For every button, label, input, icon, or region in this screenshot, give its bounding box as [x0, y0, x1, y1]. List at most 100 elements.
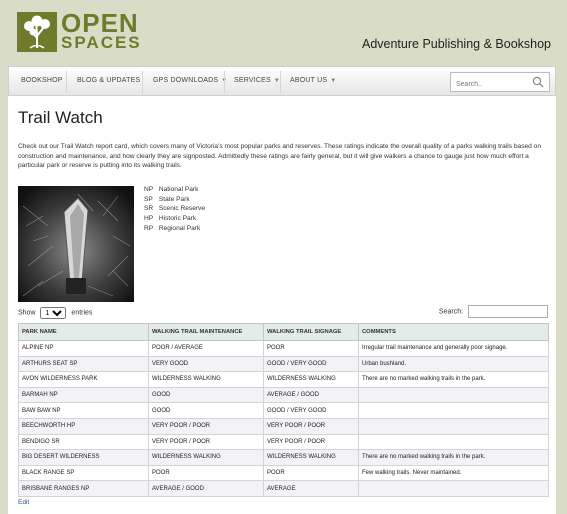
legend-name: State Park [158, 195, 190, 203]
signage-cell: GOOD / VERY GOOD [263, 355, 359, 373]
nav-item-bookshop[interactable]: BOOKSHOP [21, 77, 63, 84]
logo-tree-icon[interactable] [17, 12, 57, 52]
legend-item: HP Historic Park [144, 214, 205, 224]
main-content: Trail Watch Check out our Trail Watch re… [8, 96, 556, 514]
nav-divider [280, 71, 281, 93]
intro-paragraph: Check out our Trail Watch report card, w… [18, 143, 542, 170]
entries-select[interactable]: 10 [40, 307, 67, 319]
signage-cell: AVERAGE / GOOD [263, 386, 359, 404]
legend-item: SP State Park [144, 195, 205, 205]
maintenance-cell: WILDERNESS WALKING [148, 371, 264, 388]
table-search-input[interactable] [468, 305, 548, 318]
maintenance-cell: VERY GOOD [148, 355, 264, 373]
trail-marker-photo [18, 186, 134, 302]
column-header-signage[interactable]: WALKING TRAIL SIGNAGE [263, 323, 359, 341]
entries-label: entries [71, 309, 93, 317]
comments-cell: Irregular trail maintenance and generall… [358, 340, 549, 357]
legend-abbr: SR [144, 205, 154, 213]
signage-cell: GOOD / VERY GOOD [263, 402, 359, 419]
comments-cell [358, 417, 549, 435]
maintenance-cell: POOR [148, 464, 264, 482]
nav-item-blog-updates[interactable]: BLOG & UPDATES [77, 77, 140, 84]
park-name-cell: BIG DESERT WILDERNESS [18, 449, 149, 466]
table-search-label: Search: [438, 308, 464, 316]
table-row: BIG DESERT WILDERNESS WILDERNESS WALKING W… [18, 449, 549, 466]
search-icon[interactable] [532, 76, 544, 88]
table-row: BARMAH NP GOOD AVERAGE / GOOD [18, 386, 549, 404]
maintenance-cell: AVERAGE / GOOD [148, 480, 264, 497]
signage-cell: POOR [263, 464, 359, 482]
site-header: OPEN SPACES Adventure Publishing & Books… [0, 0, 567, 64]
maintenance-cell: GOOD [148, 402, 264, 419]
park-name-cell: BENDIGO SR [18, 433, 149, 451]
table-row: BAW BAW NP GOOD GOOD / VERY GOOD [18, 402, 549, 419]
park-name-cell: BAW BAW NP [18, 402, 149, 419]
legend-name: Scenic Reserve [158, 205, 206, 213]
entries-length-control: Show 10 entries [18, 307, 92, 319]
legend-item: RP Regional Park [144, 224, 205, 234]
legend-abbr: HP [144, 215, 154, 223]
nav-item-about-us[interactable]: ABOUT US ▼ [290, 77, 336, 84]
legend-abbr: SP [144, 195, 153, 203]
signage-cell: VERY POOR / POOR [263, 433, 359, 451]
park-name-cell: BRISBANE RANGES NP [18, 480, 149, 497]
signage-cell: VERY POOR / POOR [263, 417, 359, 435]
maintenance-cell: WILDERNESS WALKING [148, 449, 264, 466]
nav-divider [66, 71, 67, 93]
table-row: ARTHURS SEAT SP VERY GOOD GOOD / VERY GOOD… [18, 355, 549, 373]
page-title: Trail Watch [18, 108, 103, 127]
table-row: BENDIGO SR VERY POOR / POOR VERY POOR / PO… [18, 433, 549, 451]
comments-cell [358, 433, 549, 451]
legend-abbr: RP [144, 224, 154, 232]
table-row: AVON WILDERNESS PARK WILDERNESS WALKING WI… [18, 371, 549, 388]
logo-word-spaces[interactable]: SPACES [61, 33, 142, 53]
table-row: BEECHWORTH HP VERY POOR / POOR VERY POOR /… [18, 417, 549, 435]
signage-cell: AVERAGE [263, 480, 359, 497]
nav-item-services[interactable]: SERVICES ▼ [234, 77, 280, 84]
park-name-cell: ARTHURS SEAT SP [18, 355, 149, 373]
show-label: Show [18, 309, 36, 317]
comments-cell: Few walking trails. Never maintained. [358, 464, 549, 482]
table-row: BRISBANE RANGES NP AVERAGE / GOOD AVERAGE [18, 480, 549, 497]
maintenance-cell: GOOD [148, 386, 264, 404]
legend-abbr: NP [144, 186, 154, 193]
legend-item: SR Scenic Reserve [144, 204, 205, 214]
maintenance-cell: VERY POOR / POOR [148, 433, 264, 451]
nav-divider [224, 71, 225, 93]
column-header-maintenance[interactable]: WALKING TRAIL MAINTENANCE [148, 323, 264, 341]
park-name-cell: ALPINE NP [18, 340, 149, 357]
legend-name: National Park [158, 186, 199, 193]
table-row: BLACK RANGE SP POOR POOR Few walking trails… [18, 464, 549, 482]
maintenance-cell: POOR / AVERAGE [148, 340, 264, 357]
chevron-down-icon: ▼ [330, 78, 337, 84]
table-header-row: PARK NAME WALKING TRAIL MAINTENANCE WALK… [18, 323, 549, 341]
comments-cell [358, 480, 549, 497]
comments-cell [358, 386, 549, 404]
site-search-input[interactable] [451, 75, 529, 94]
park-name-cell: BLACK RANGE SP [18, 464, 149, 482]
park-type-legend: NP National Park SP State Park SR Scenic… [144, 185, 205, 234]
site-search[interactable] [450, 72, 550, 94]
park-name-cell: AVON WILDERNESS PARK [18, 371, 149, 388]
legend-item: NP National Park [144, 185, 205, 195]
table-search-control: Search: [439, 305, 548, 318]
comments-cell: Urban bushland. [358, 355, 549, 373]
signage-cell: WILDERNESS WALKING [263, 371, 359, 388]
signage-cell: WILDERNESS WALKING [263, 449, 359, 466]
column-header-park-name[interactable]: PARK NAME [18, 323, 149, 341]
legend-name: Historic Park [158, 215, 197, 223]
comments-cell [358, 402, 549, 419]
main-nav: BOOKSHOP BLOG & UPDATES GPS DOWNLOADS▼ S… [8, 66, 556, 96]
park-name-cell: BARMAH NP [18, 386, 149, 404]
nav-item-gps-downloads[interactable]: GPS DOWNLOADS▼ [153, 77, 227, 84]
edit-link[interactable]: Edit [18, 499, 29, 506]
legend-name: Regional Park [158, 224, 201, 232]
comments-cell: There are no marked walking trails in th… [358, 371, 549, 388]
nav-divider [142, 71, 143, 93]
comments-cell: There are no marked walking trails in th… [358, 449, 549, 466]
signage-cell: POOR [263, 340, 359, 357]
trail-watch-table: PARK NAME WALKING TRAIL MAINTENANCE WALK… [18, 323, 549, 497]
park-name-cell: BEECHWORTH HP [18, 417, 149, 435]
column-header-comments[interactable]: COMMENTS [358, 323, 549, 341]
tagline: Adventure Publishing & Bookshop [361, 37, 551, 51]
